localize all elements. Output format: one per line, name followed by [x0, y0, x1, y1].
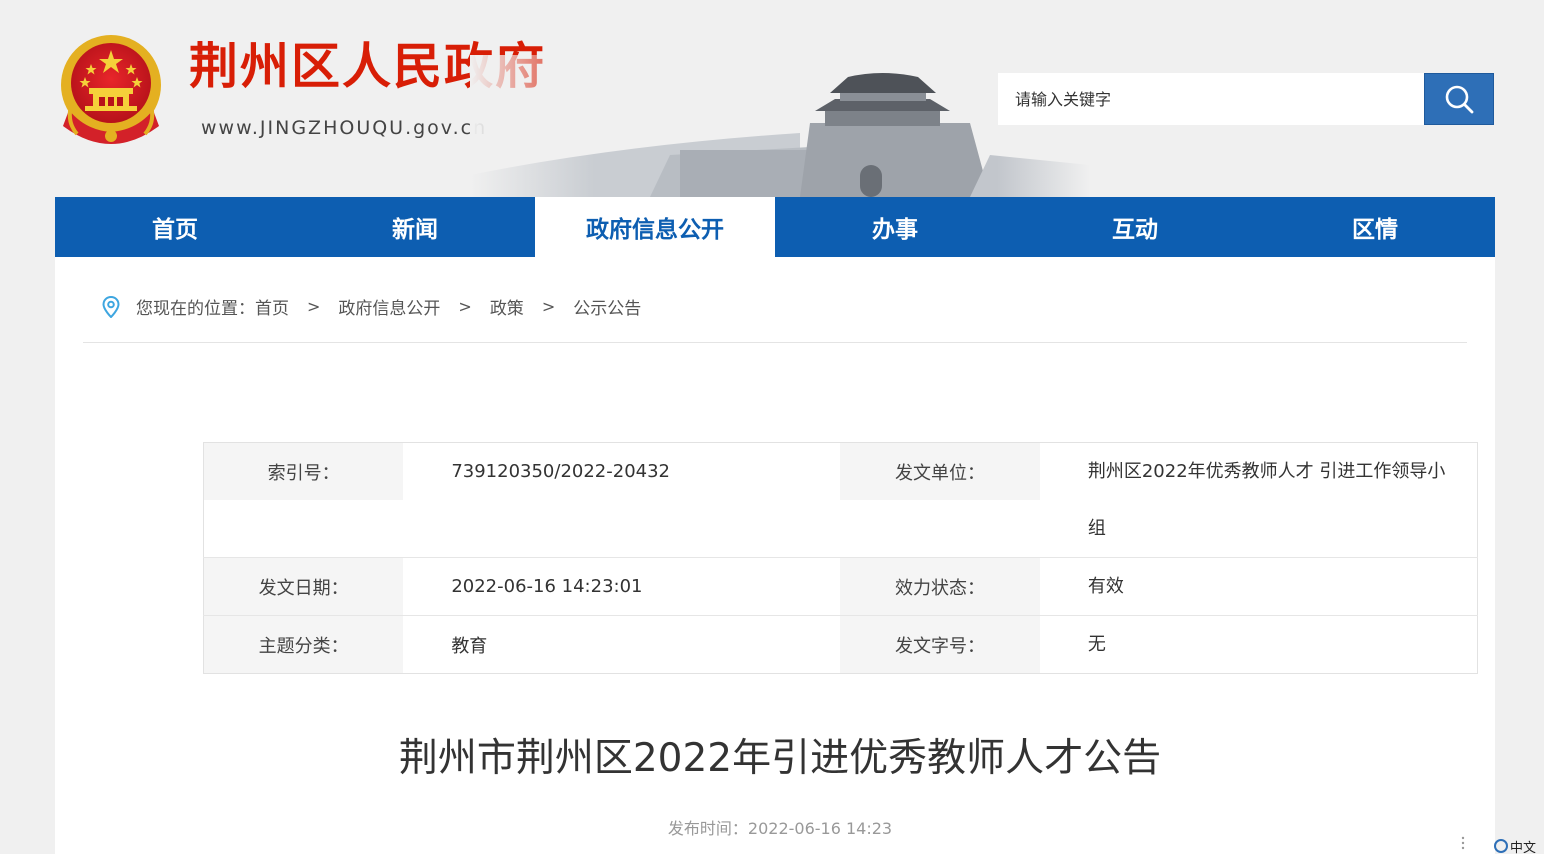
city-wall-illustration [470, 55, 1090, 197]
search-icon [1445, 85, 1474, 114]
breadcrumb-home[interactable]: 首页 [255, 294, 289, 319]
article-title: 荆州市荆州区2022年引进优秀教师人才公告 [398, 736, 1162, 781]
date-value: 2022-06-16 14:23:01 [403, 557, 841, 616]
topic-value: 教育 [451, 635, 488, 657]
nav-item-gov-info[interactable]: 政府信息公开 [535, 197, 775, 257]
more-dots-icon[interactable] [1461, 835, 1465, 851]
search-input[interactable] [998, 73, 1424, 125]
docno-value: 无 [1087, 634, 1106, 655]
nav-item-services[interactable]: 办事 [775, 197, 1015, 257]
issuer-value-line2: 组 [1039, 500, 1478, 558]
issuer-value-line1: 荆州区2022年优秀教师人才 引进工作领导小 [1087, 461, 1446, 482]
status-value: 有效 [1039, 557, 1478, 616]
nav-item-district-info[interactable]: 区情 [1255, 197, 1495, 257]
breadcrumb-separator: > [541, 297, 556, 316]
date-label: 发文日期： [203, 557, 404, 616]
breadcrumb-separator: > [307, 297, 321, 316]
search-button[interactable] [1424, 73, 1494, 125]
national-emblem-icon[interactable] [55, 30, 167, 150]
main-nav: 首页 新闻 政府信息公开 办事 互动 区情 [55, 197, 1495, 257]
status-label: 效力状态： [840, 557, 1040, 616]
docno-label: 发文字号： [840, 615, 1040, 674]
site-header: 荆州区人民政府 www.JINGZHOUQU.gov.cn [0, 0, 1544, 197]
breadcrumb-divider [83, 342, 1467, 343]
breadcrumb-gov-info[interactable]: 政府信息公开 [338, 294, 440, 319]
breadcrumb: 您现在的位置： 首页 > 政府信息公开 > 政策 > 公示公告 [102, 294, 641, 319]
document-meta-table: 索引号： 739120350/2022-20432 发文单位： 荆州区2022年… [203, 442, 1478, 674]
breadcrumb-announcements[interactable]: 公示公告 [573, 294, 641, 319]
topic-label: 主题分类： [203, 615, 404, 674]
location-pin-icon [102, 295, 120, 318]
nav-item-news[interactable]: 新闻 [295, 197, 535, 257]
main-content: 您现在的位置： 首页 > 政府信息公开 > 政策 > 公示公告 索引号： 739… [55, 257, 1495, 854]
ime-label: 中文 [1510, 840, 1537, 854]
publish-time: 发布时间：2022-06-16 14:23 [667, 819, 893, 838]
ime-icon [1494, 839, 1508, 853]
nav-item-interaction[interactable]: 互动 [1015, 197, 1255, 257]
empty-cell [403, 500, 841, 558]
index-label: 索引号： [203, 442, 404, 500]
ime-indicator[interactable]: 中文 [1494, 838, 1544, 854]
breadcrumb-prefix: 您现在的位置： [136, 299, 255, 319]
nav-item-home[interactable]: 首页 [55, 197, 295, 257]
breadcrumb-separator: > [458, 297, 472, 316]
index-value: 739120350/2022-20432 [451, 461, 671, 482]
empty-cell [840, 500, 1040, 558]
breadcrumb-policy[interactable]: 政策 [490, 294, 524, 319]
empty-cell [203, 500, 404, 558]
site-domain: www.JINGZHOUQU.gov.cn [201, 117, 488, 139]
issuer-label: 发文单位： [840, 442, 1040, 500]
